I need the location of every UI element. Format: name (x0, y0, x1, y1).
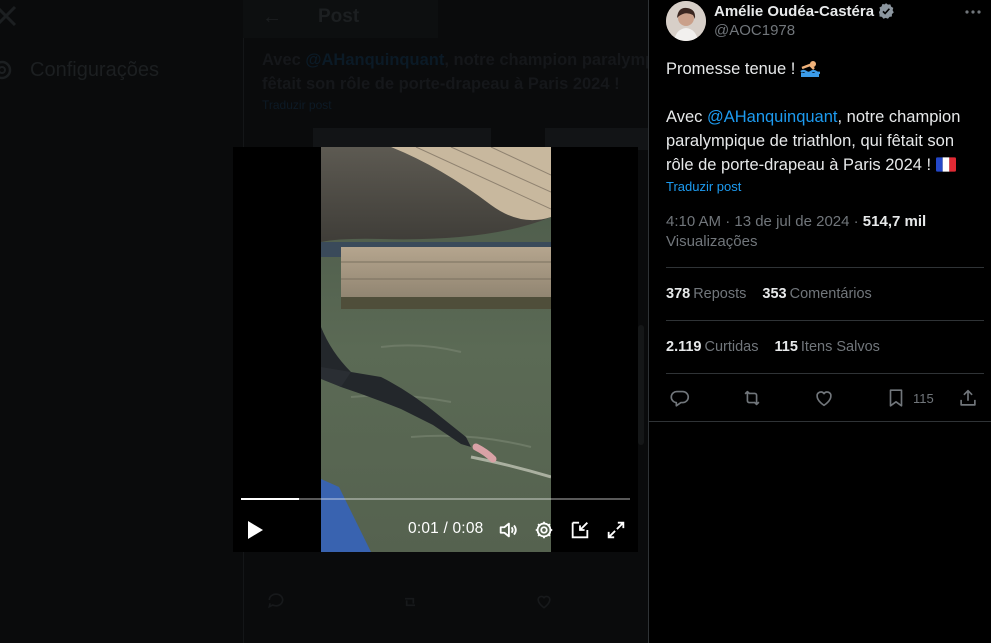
post-detail-panel: Amélie Oudéa-Castéra @AOC1978 Promesse t… (648, 0, 991, 643)
author-handle[interactable]: @AOC1978 (714, 22, 795, 39)
x-logo-icon (0, 5, 17, 27)
reply-icon (670, 390, 689, 407)
saves-stat[interactable]: 115 Itens Salvos (775, 339, 880, 355)
video-progress-fill (241, 498, 300, 500)
background-scrollbar (638, 325, 644, 445)
video-time: 0:01 / 0:08 (408, 520, 484, 537)
like-icon (537, 595, 551, 609)
repost-icon (405, 597, 415, 607)
swimmer-emoji-icon (800, 61, 820, 77)
comments-stat[interactable]: 353 Comentários (762, 286, 871, 302)
background-header-title: Post (318, 6, 360, 27)
likes-stat[interactable]: 2.119 Curtidas (666, 339, 759, 355)
back-arrow-icon: ← (262, 6, 282, 28)
share-icon (960, 389, 976, 406)
post-text: Promesse tenue ! Avec @AHanquinquant, no… (666, 60, 961, 174)
divider (666, 267, 984, 268)
france-flag-emoji-icon (935, 157, 956, 172)
repost-icon (744, 390, 760, 406)
verified-badge-icon (879, 3, 894, 19)
bookmark-button[interactable]: 115 (885, 386, 934, 410)
nav-settings-label: Configurações (30, 58, 159, 81)
volume-icon[interactable] (497, 519, 519, 541)
more-options-icon[interactable] (963, 2, 983, 22)
repost-button[interactable] (741, 386, 763, 410)
video-progress-bar[interactable] (241, 498, 630, 500)
divider (649, 421, 991, 422)
nav-settings: Configurações (0, 58, 159, 82)
fullscreen-icon[interactable] (605, 519, 627, 541)
video-player[interactable]: 0:01 / 0:08 (233, 147, 638, 552)
background-post-text: Avec @AHanquinquant, notre champion para… (262, 51, 648, 93)
heart-icon (816, 391, 832, 407)
gear-icon (0, 60, 12, 80)
translate-post-link[interactable]: Traduzir post (666, 179, 741, 194)
divider (666, 320, 984, 321)
reply-button[interactable] (669, 386, 691, 410)
play-icon[interactable] (245, 519, 265, 541)
share-button[interactable] (957, 386, 979, 410)
reply-icon (268, 593, 284, 609)
settings-gear-icon[interactable] (533, 519, 555, 541)
author-avatar[interactable] (666, 1, 706, 41)
views-label: Visualizações (666, 233, 758, 250)
bookmark-count: 115 (913, 390, 934, 406)
divider (666, 373, 984, 374)
bookmark-icon (889, 389, 903, 407)
views-count: 514,7 mil (862, 213, 927, 230)
post-timestamp: 4:10 AM · 13 de jul de 2024 · 514,7 mil (666, 213, 927, 230)
like-button[interactable] (813, 386, 835, 410)
video-frame (321, 147, 551, 552)
background-translate-link: Traduzir post (262, 98, 332, 112)
reposts-stat[interactable]: 378 Reposts (666, 286, 746, 302)
picture-in-picture-icon[interactable] (569, 519, 591, 541)
author-name[interactable]: Amélie Oudéa-Castéra (714, 3, 874, 20)
mention-link[interactable]: @AHanquinquant (707, 108, 838, 126)
